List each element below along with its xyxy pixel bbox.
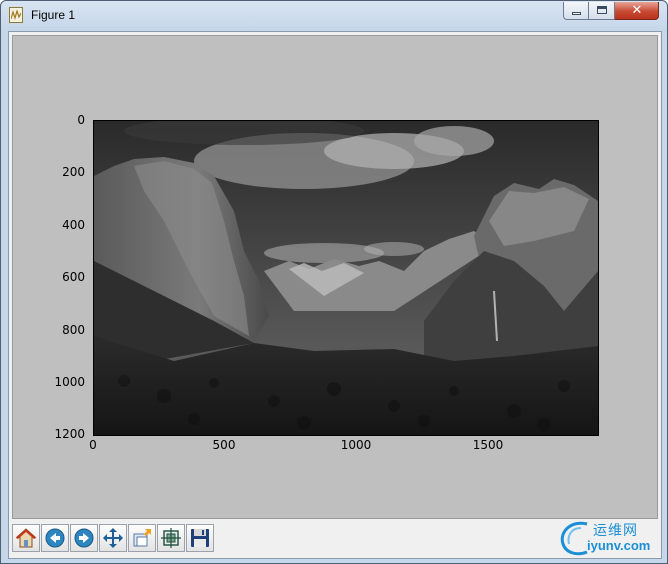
- close-icon: ✕: [631, 3, 643, 18]
- y-tick-label: 200: [62, 165, 85, 179]
- arrow-right-icon: [74, 528, 94, 548]
- window-title: Figure 1: [31, 8, 76, 22]
- pan-button[interactable]: [99, 524, 127, 552]
- minimize-button[interactable]: [563, 2, 589, 20]
- x-tick-label: 500: [212, 438, 236, 452]
- y-tick-label: 400: [62, 218, 85, 232]
- figure-canvas[interactable]: 0 200 400 600 800 1000 1200 0 500 1000 1…: [12, 35, 658, 519]
- arrow-left-icon: [45, 528, 65, 548]
- home-button[interactable]: [12, 524, 40, 552]
- minimize-icon: [572, 12, 581, 15]
- watermark-chinese-text: 运维网: [593, 523, 638, 539]
- floppy-disk-icon: [191, 529, 209, 547]
- figure-window: Figure 1 ✕ 0 200 400 600 800 1000 1200 0: [0, 0, 668, 564]
- title-bar[interactable]: Figure 1 ✕: [1, 1, 667, 29]
- back-button[interactable]: [41, 524, 69, 552]
- x-tick-label: 1000: [340, 438, 372, 452]
- move-arrows-icon: [103, 528, 123, 548]
- save-button[interactable]: [186, 524, 214, 552]
- matplotlib-app-icon: [9, 7, 23, 23]
- grayscale-landscape-image: [94, 121, 598, 435]
- y-tick-label: 1000: [54, 375, 85, 389]
- zoom-button[interactable]: [128, 524, 156, 552]
- watermark-url: iyunv.com: [587, 538, 651, 553]
- subplots-icon: [161, 528, 181, 548]
- forward-button[interactable]: [70, 524, 98, 552]
- configure-subplots-button[interactable]: [157, 524, 185, 552]
- close-button[interactable]: ✕: [615, 2, 659, 20]
- maximize-button[interactable]: [589, 2, 615, 20]
- y-tick-label: 600: [62, 270, 85, 284]
- y-tick-label: 0: [77, 113, 85, 127]
- x-tick-label: 0: [89, 438, 97, 452]
- figure-client-area: 0 200 400 600 800 1000 1200 0 500 1000 1…: [8, 31, 662, 559]
- x-tick-label: 1500: [472, 438, 504, 452]
- watermark-logo: 运维网 iyunv.com: [557, 518, 657, 558]
- maximize-icon: [597, 6, 607, 14]
- image-axes[interactable]: [93, 120, 599, 436]
- y-tick-label: 800: [62, 323, 85, 337]
- home-icon: [15, 528, 37, 548]
- zoom-rect-icon: [133, 529, 151, 547]
- caption-buttons: ✕: [563, 2, 659, 22]
